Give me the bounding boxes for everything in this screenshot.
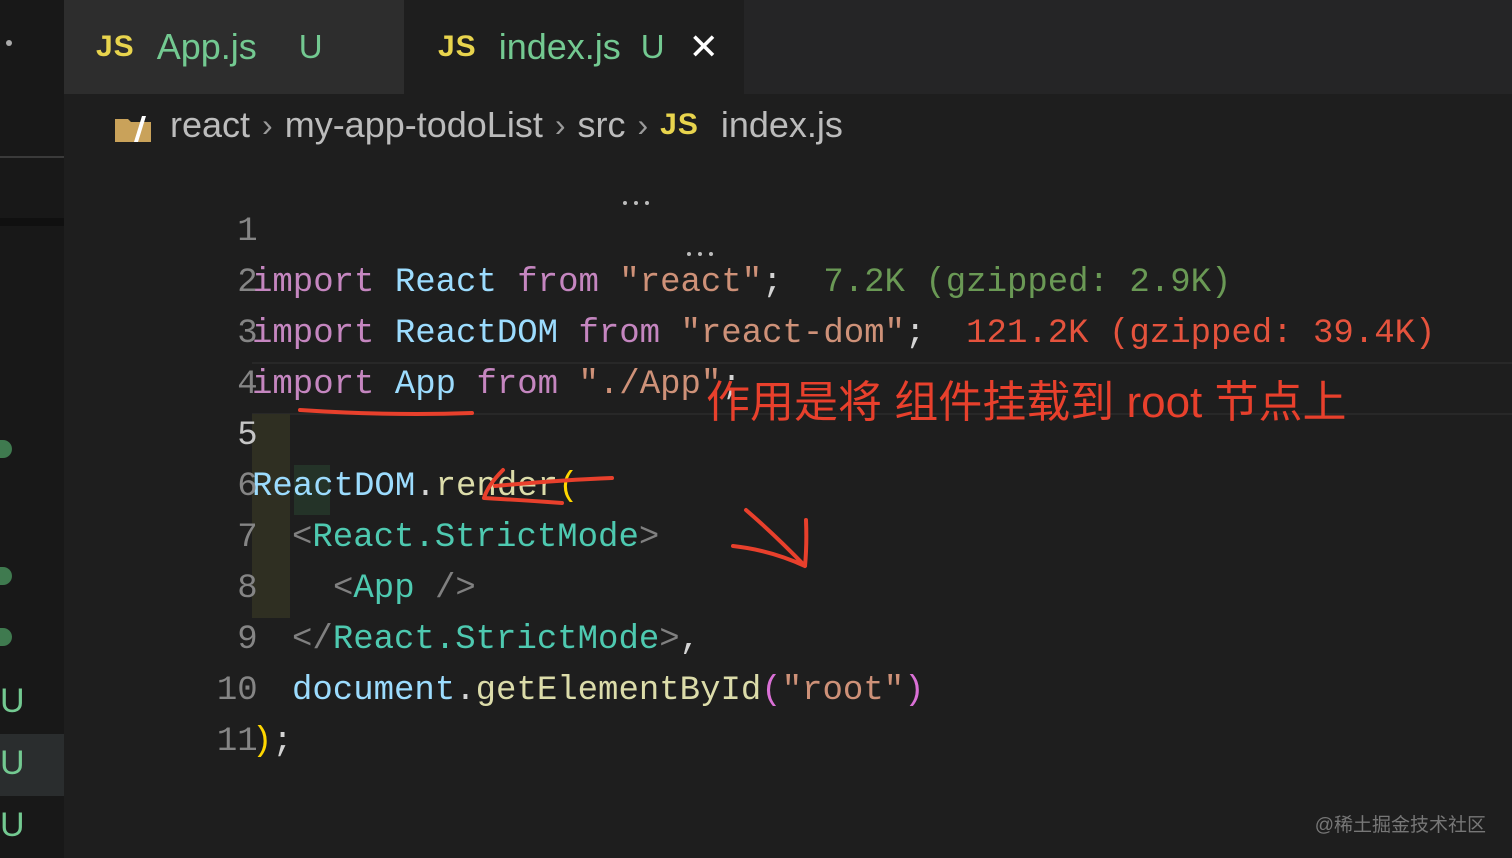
line-number: 1 <box>237 213 258 251</box>
function-name: render <box>435 468 559 506</box>
keyword: import <box>252 366 375 404</box>
code-line: 10 ); <box>0 615 293 761</box>
punctuation: . <box>415 468 436 506</box>
code-line: 7 <App /> <box>0 462 476 608</box>
line-number: 9 <box>237 621 258 659</box>
breadcrumb-item-project[interactable]: my-app-todoList <box>285 104 543 146</box>
code-line: 2 import ReactDOM from "react-dom"; 121.… <box>0 207 1435 353</box>
string: "react" <box>619 264 763 302</box>
identifier: ReactDOM <box>252 468 416 506</box>
jsx-bracket: < <box>292 519 313 557</box>
bracket: ( <box>761 672 782 710</box>
tab-status-untracked: U <box>640 28 665 65</box>
annotation-text: 作用是将 组件挂载到 root 节点上 <box>706 378 1347 427</box>
ellipsis-dots <box>623 201 713 256</box>
tab-app-js[interactable]: JS App.js U <box>64 0 404 94</box>
function-name: getElementById <box>475 672 762 710</box>
jsx-bracket: < <box>333 570 354 608</box>
js-file-icon: JS <box>660 108 699 141</box>
punctuation: . <box>455 672 476 710</box>
punctuation: ; <box>762 264 783 302</box>
jsx-bracket: /> <box>414 570 476 608</box>
keyword: from <box>517 264 599 302</box>
jsx-bracket: > <box>659 621 680 659</box>
js-file-icon: JS <box>96 30 135 63</box>
string: "react-dom" <box>680 315 905 353</box>
punctuation: ; <box>272 723 293 761</box>
line-number: 7 <box>237 519 258 557</box>
identifier: document <box>292 672 456 710</box>
keyword: import <box>252 315 375 353</box>
activity-dot <box>6 40 12 46</box>
tab-index-js[interactable]: JS index.js U ✕ <box>404 0 744 94</box>
identifier: App <box>394 366 457 404</box>
identifier: ReactDOM <box>394 315 559 353</box>
chevron-right-icon: › <box>554 106 566 143</box>
tab-label: App.js <box>156 26 257 67</box>
folder-icon <box>114 110 152 142</box>
bracket: ( <box>558 468 579 506</box>
watermark: @稀土掘金技术社区 <box>1314 815 1486 836</box>
indent-guide <box>252 414 290 618</box>
line-number: 10 <box>216 672 258 710</box>
code-line-active: 5 ReactDOM.render( <box>0 360 578 506</box>
jsx-bracket: > <box>638 519 660 557</box>
jsx-tag: App <box>353 570 415 608</box>
punctuation: , <box>679 621 701 659</box>
tab-label: index.js <box>498 26 621 67</box>
code-line: 1 import React from "react"; 7.2K (gzipp… <box>0 156 1231 302</box>
line-number: 4 <box>237 366 258 404</box>
string: "root" <box>781 672 905 710</box>
line-number: 11 <box>216 723 258 761</box>
line-number: 3 <box>237 315 258 353</box>
code-line: 6 <React.StrictMode> <box>0 411 659 557</box>
jsx-bracket: </ <box>292 621 333 659</box>
close-icon[interactable]: ✕ <box>689 29 719 65</box>
code-line: 3 import App from "./App"; <box>0 258 742 404</box>
jsx-tag: React.StrictMode <box>332 621 660 659</box>
tab-status-untracked: U <box>298 28 323 65</box>
breadcrumb-item-react[interactable]: react <box>170 104 250 146</box>
line-number: 2 <box>237 264 258 302</box>
code-line: 11 <box>0 666 258 761</box>
code-line: 8 </React.StrictMode>, <box>0 513 700 659</box>
keyword: from <box>578 315 661 353</box>
breadcrumb-item-file[interactable]: index.js <box>721 104 843 146</box>
jsx-tag: React.StrictMode <box>312 519 639 557</box>
code-line: 4 <box>0 309 257 404</box>
chevron-right-icon: › <box>262 106 273 143</box>
breadcrumb-item-src[interactable]: src <box>577 104 625 146</box>
punctuation: ; <box>904 315 926 353</box>
import-cost-hint: 121.2K (gzipped: 39.4K) <box>966 315 1436 353</box>
bracket: ) <box>904 672 925 710</box>
keyword: import <box>252 264 375 302</box>
line-number: 6 <box>237 468 258 506</box>
line-number: 8 <box>237 570 258 608</box>
chevron-right-icon: › <box>637 106 649 143</box>
breadcrumb: react › my-app-todoList › src › JS index… <box>64 94 1512 156</box>
import-cost-hint: 7.2K (gzipped: 2.9K) <box>823 264 1232 302</box>
line-number: 5 <box>237 417 258 455</box>
red-arrow-down <box>731 508 809 568</box>
string: "./App" <box>578 366 722 404</box>
code-line: 9 document.getElementById("root") <box>0 564 924 710</box>
keyword: from <box>476 366 559 404</box>
identifier: React <box>394 264 497 302</box>
js-file-icon: JS <box>438 30 477 63</box>
